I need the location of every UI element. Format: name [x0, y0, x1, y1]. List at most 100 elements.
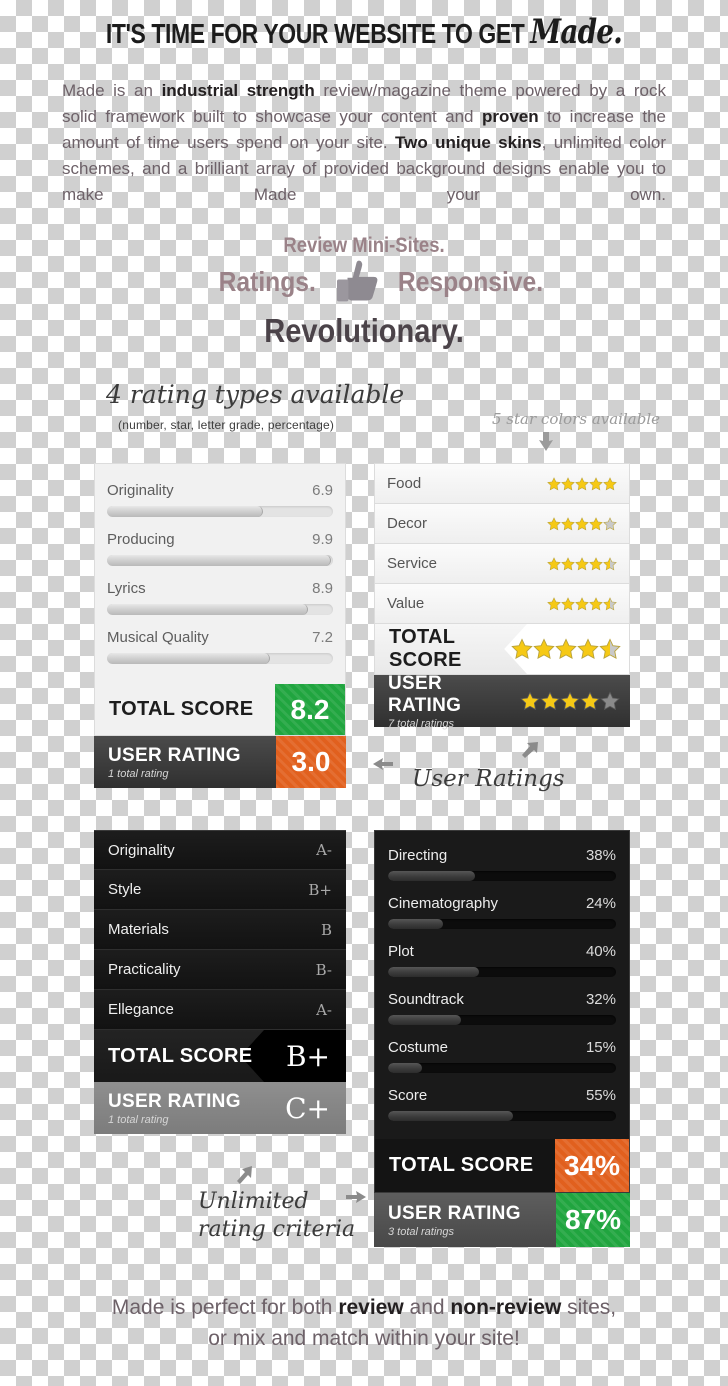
arrow-up-right-icon-2	[235, 1164, 255, 1191]
criterion-grade: B-	[315, 960, 332, 979]
criterion-name: Practicality	[108, 961, 181, 978]
criterion-row: Style B+	[94, 870, 346, 910]
criterion-name: Lyrics	[107, 580, 146, 597]
criterion-value: 9.9	[312, 531, 333, 548]
criterion-progress-fill	[388, 1063, 423, 1073]
criterion-value: 24%	[585, 895, 616, 912]
criterion-progress-track	[107, 506, 333, 517]
footer-bold-non-review: non-review	[450, 1296, 562, 1319]
criterion-value: 8.9	[312, 580, 333, 597]
star-user-rating-row[interactable]: USER RATING 7 total ratings	[374, 673, 630, 730]
criterion-name: Value	[387, 595, 425, 612]
user-rating-count: 1 total rating	[108, 767, 169, 780]
number-user-rating-row[interactable]: USER RATING 1 total rating 3.0	[94, 736, 346, 788]
criterion-row: Ellegance A-	[94, 990, 346, 1030]
criterion-name: Originality	[108, 841, 175, 859]
intro-bold-two-unique-skins: Two unique skins	[394, 133, 542, 152]
criterion-value: 6.9	[312, 482, 333, 499]
arrow-up-right-icon	[520, 740, 540, 765]
criterion-name: Producing	[107, 531, 175, 548]
criterion-value: 7.2	[312, 629, 333, 646]
criterion-name: Ellegance	[108, 1001, 174, 1018]
grade-user-rating-row[interactable]: USER RATING 1 total rating C+	[94, 1082, 346, 1134]
criterion-progress-fill	[388, 967, 480, 977]
criterion-name: Musical Quality	[107, 629, 209, 646]
footer-line-2: or mix and match within your site!	[208, 1327, 520, 1350]
criterion-value: 38%	[585, 847, 616, 864]
total-score-label: TOTAL SCORE	[389, 1154, 534, 1176]
criterion-row: Practicality B-	[94, 950, 346, 990]
arrow-right-icon	[345, 1190, 367, 1211]
annotation-4-rating-types-sub: (number, star, letter grade, percentage)	[118, 418, 335, 432]
criterion-grade: A-	[316, 841, 332, 859]
criterion-progress-track	[388, 1111, 616, 1121]
criterion-progress-track	[107, 653, 333, 664]
percentage-user-rating-row[interactable]: USER RATING 3 total ratings 87%	[374, 1193, 630, 1247]
criterion-name: Costume	[388, 1039, 449, 1056]
star-rating[interactable]	[547, 556, 617, 571]
star-rating[interactable]	[547, 476, 617, 491]
user-rating-stars[interactable]	[520, 691, 630, 711]
criterion-progress-fill	[107, 555, 331, 566]
criterion-row: Decor	[374, 503, 630, 543]
star-rating[interactable]	[547, 516, 617, 531]
headline-script-made: Made.	[530, 12, 623, 52]
percentage-criteria-list: Directing 38% Cinematography 24% Plot 40…	[374, 830, 630, 1139]
criterion-row: Food	[374, 463, 630, 503]
user-rating-label: USER RATING	[108, 1090, 241, 1112]
page-headline: IT'S TIME FOR YOUR WEBSITE TO GET Made.	[66, 0, 663, 52]
annotation-unlimited-rating-criteria: Unlimited rating criteria	[198, 1188, 355, 1244]
criterion-row: Producing 9.9	[107, 527, 333, 576]
tagline-ratings: Ratings.	[218, 266, 316, 297]
criterion-row: Directing 38%	[388, 843, 616, 891]
total-score-value: B+	[285, 1039, 330, 1073]
criterion-name: Plot	[388, 943, 414, 960]
total-score-value: 34%	[555, 1139, 629, 1192]
rating-panel-letter-grade: Originality A- Style B+ Materials B Prac…	[94, 830, 346, 1134]
user-rating-count: 1 total rating	[108, 1113, 169, 1126]
headline-lead: IT'S TIME FOR YOUR WEBSITE TO GET	[105, 18, 525, 49]
thumbs-up-icon	[330, 258, 386, 308]
star-rating[interactable]	[547, 596, 617, 611]
user-rating-value: 3.0	[276, 736, 346, 788]
criterion-value: 55%	[585, 1087, 616, 1104]
criterion-row: Cinematography 24%	[388, 891, 616, 939]
user-rating-count: 7 total ratings	[388, 717, 455, 730]
user-rating-count: 3 total ratings	[388, 1225, 455, 1238]
criterion-value: 40%	[585, 943, 616, 960]
criterion-progress-fill	[107, 506, 263, 517]
user-rating-value: 87%	[556, 1193, 630, 1247]
intro-bold-proven: proven	[481, 107, 539, 126]
criterion-row: Score 55%	[388, 1083, 616, 1131]
criterion-row: Lyrics 8.9	[107, 576, 333, 625]
footer-part-3: sites,	[561, 1296, 617, 1319]
tagline-review-mini-sites: Review Mini-Sites.	[283, 234, 445, 257]
user-rating-label: USER RATING	[108, 744, 241, 766]
tagline-responsive: Responsive.	[397, 266, 544, 297]
intro-part-1: Made is an	[62, 81, 162, 100]
criterion-row: Materials B	[94, 910, 346, 950]
taglines-block: Review Mini-Sites. Ratings. Responsive. …	[0, 230, 728, 350]
annotation-unlimited-line2: rating criteria	[198, 1217, 356, 1242]
star-total-score-row: TOTAL SCORE	[374, 623, 630, 675]
rating-panel-number: Originality 6.9 Producing 9.9 Lyrics 8.9	[94, 463, 346, 788]
criterion-name: Cinematography	[388, 895, 499, 912]
criterion-progress-fill	[388, 1111, 514, 1121]
criterion-progress-track	[107, 555, 333, 566]
user-rating-value: C+	[285, 1091, 330, 1125]
total-score-value: 8.2	[275, 684, 345, 735]
footer-bold-review: review	[338, 1296, 404, 1319]
criterion-row: Plot 40%	[388, 939, 616, 987]
criterion-name: Score	[388, 1087, 428, 1104]
criterion-row: Originality A-	[94, 830, 346, 870]
criterion-row: Costume 15%	[388, 1035, 616, 1083]
annotation-5-star-colors: 5 star colors available	[492, 410, 660, 428]
rating-panel-percentage: Directing 38% Cinematography 24% Plot 40…	[374, 830, 630, 1247]
criterion-grade: A-	[316, 1000, 332, 1019]
criterion-row: Value	[374, 583, 630, 623]
number-total-score-row: TOTAL SCORE 8.2	[94, 684, 346, 736]
criterion-name: Directing	[388, 847, 448, 864]
criterion-grade: B	[320, 920, 332, 939]
criterion-value: 32%	[585, 991, 616, 1008]
criterion-row: Soundtrack 32%	[388, 987, 616, 1035]
